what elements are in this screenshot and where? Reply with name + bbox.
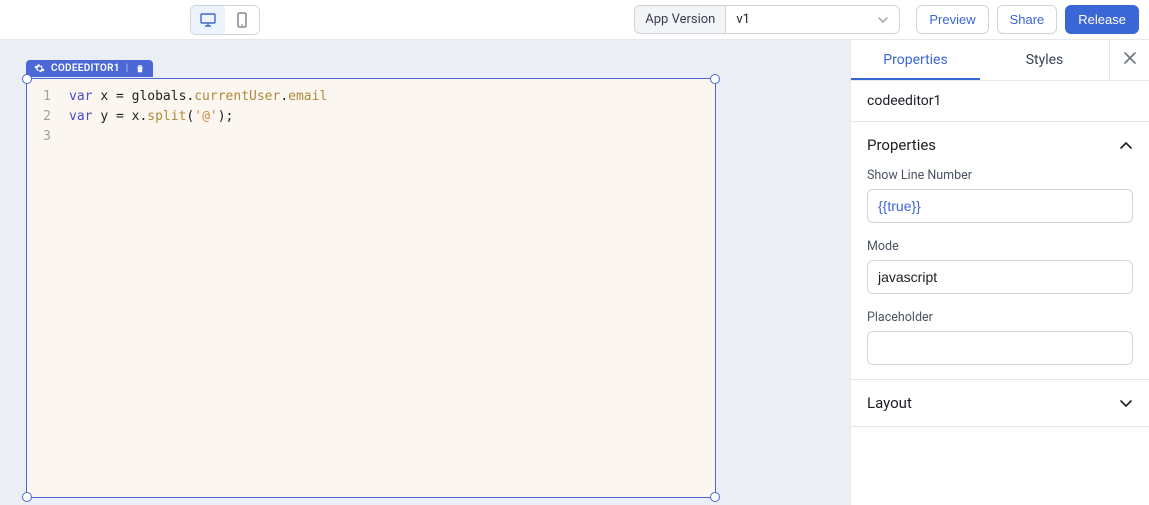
resize-handle[interactable] bbox=[710, 492, 720, 502]
section-layout-title: Layout bbox=[867, 394, 912, 412]
chevron-down-icon bbox=[1119, 399, 1133, 408]
chevron-down-icon bbox=[877, 16, 889, 24]
resize-handle[interactable] bbox=[22, 74, 32, 84]
code-line: var y = x.split('@'); bbox=[69, 107, 327, 127]
show-line-number-input[interactable] bbox=[867, 189, 1133, 223]
section-properties: Properties Show Line Number Mode Placeho… bbox=[851, 122, 1149, 380]
component-name: codeeditor1 bbox=[851, 81, 1149, 122]
close-panel-button[interactable] bbox=[1109, 40, 1149, 80]
line-number: 2 bbox=[27, 107, 51, 127]
canvas[interactable]: CODEEDITOR1 | 1 2 3 var x = globals.curr… bbox=[0, 40, 850, 505]
field-label: Show Line Number bbox=[867, 168, 1133, 183]
preview-button[interactable]: Preview bbox=[916, 5, 988, 34]
release-button[interactable]: Release bbox=[1065, 5, 1139, 34]
topbar: App Version v1 Preview Share Release bbox=[0, 0, 1149, 40]
app-version-value: v1 bbox=[736, 12, 750, 27]
section-properties-body: Show Line Number Mode Placeholder bbox=[867, 168, 1133, 365]
panel-tabs: Properties Styles bbox=[851, 40, 1149, 81]
code-area[interactable]: var x = globals.currentUser.email var y … bbox=[59, 79, 337, 497]
section-layout: Layout bbox=[851, 380, 1149, 427]
code-line: var x = globals.currentUser.email bbox=[69, 87, 327, 107]
field-show-line-number: Show Line Number bbox=[867, 168, 1133, 223]
mobile-view-button[interactable] bbox=[225, 6, 259, 34]
resize-handle[interactable] bbox=[22, 492, 32, 502]
main: CODEEDITOR1 | 1 2 3 var x = globals.curr… bbox=[0, 40, 1149, 505]
code-editor[interactable]: 1 2 3 var x = globals.currentUser.email … bbox=[26, 78, 716, 498]
mode-input[interactable] bbox=[867, 260, 1133, 294]
section-layout-header[interactable]: Layout bbox=[867, 394, 1133, 412]
view-toggle bbox=[190, 5, 260, 35]
inspector-panel: Properties Styles codeeditor1 Properties… bbox=[850, 40, 1149, 505]
separator: | bbox=[126, 63, 129, 74]
app-version-control: App Version v1 bbox=[634, 5, 900, 34]
field-label: Placeholder bbox=[867, 310, 1133, 325]
field-placeholder: Placeholder bbox=[867, 310, 1133, 365]
widget-badge-text: CODEEDITOR1 bbox=[51, 63, 120, 74]
app-version-select[interactable]: v1 bbox=[725, 5, 900, 34]
desktop-view-button[interactable] bbox=[191, 6, 225, 34]
close-icon bbox=[1123, 51, 1137, 69]
gear-icon bbox=[34, 63, 45, 74]
resize-handle[interactable] bbox=[710, 74, 720, 84]
top-actions: Preview Share Release bbox=[916, 5, 1139, 34]
desktop-icon bbox=[200, 13, 216, 27]
field-mode: Mode bbox=[867, 239, 1133, 294]
tab-styles[interactable]: Styles bbox=[980, 40, 1109, 80]
field-label: Mode bbox=[867, 239, 1133, 254]
section-properties-header[interactable]: Properties bbox=[867, 136, 1133, 154]
placeholder-input[interactable] bbox=[867, 331, 1133, 365]
codeeditor-widget[interactable]: CODEEDITOR1 | 1 2 3 var x = globals.curr… bbox=[26, 60, 716, 500]
line-number: 1 bbox=[27, 87, 51, 107]
tab-properties[interactable]: Properties bbox=[851, 40, 980, 80]
widget-header[interactable]: CODEEDITOR1 | bbox=[26, 60, 153, 77]
trash-icon[interactable] bbox=[135, 63, 145, 74]
app-version-label: App Version bbox=[634, 5, 725, 34]
line-gutter: 1 2 3 bbox=[27, 79, 59, 497]
share-button[interactable]: Share bbox=[997, 5, 1058, 34]
section-properties-title: Properties bbox=[867, 136, 936, 154]
chevron-up-icon bbox=[1119, 141, 1133, 150]
line-number: 3 bbox=[27, 127, 51, 147]
mobile-icon bbox=[237, 12, 247, 28]
